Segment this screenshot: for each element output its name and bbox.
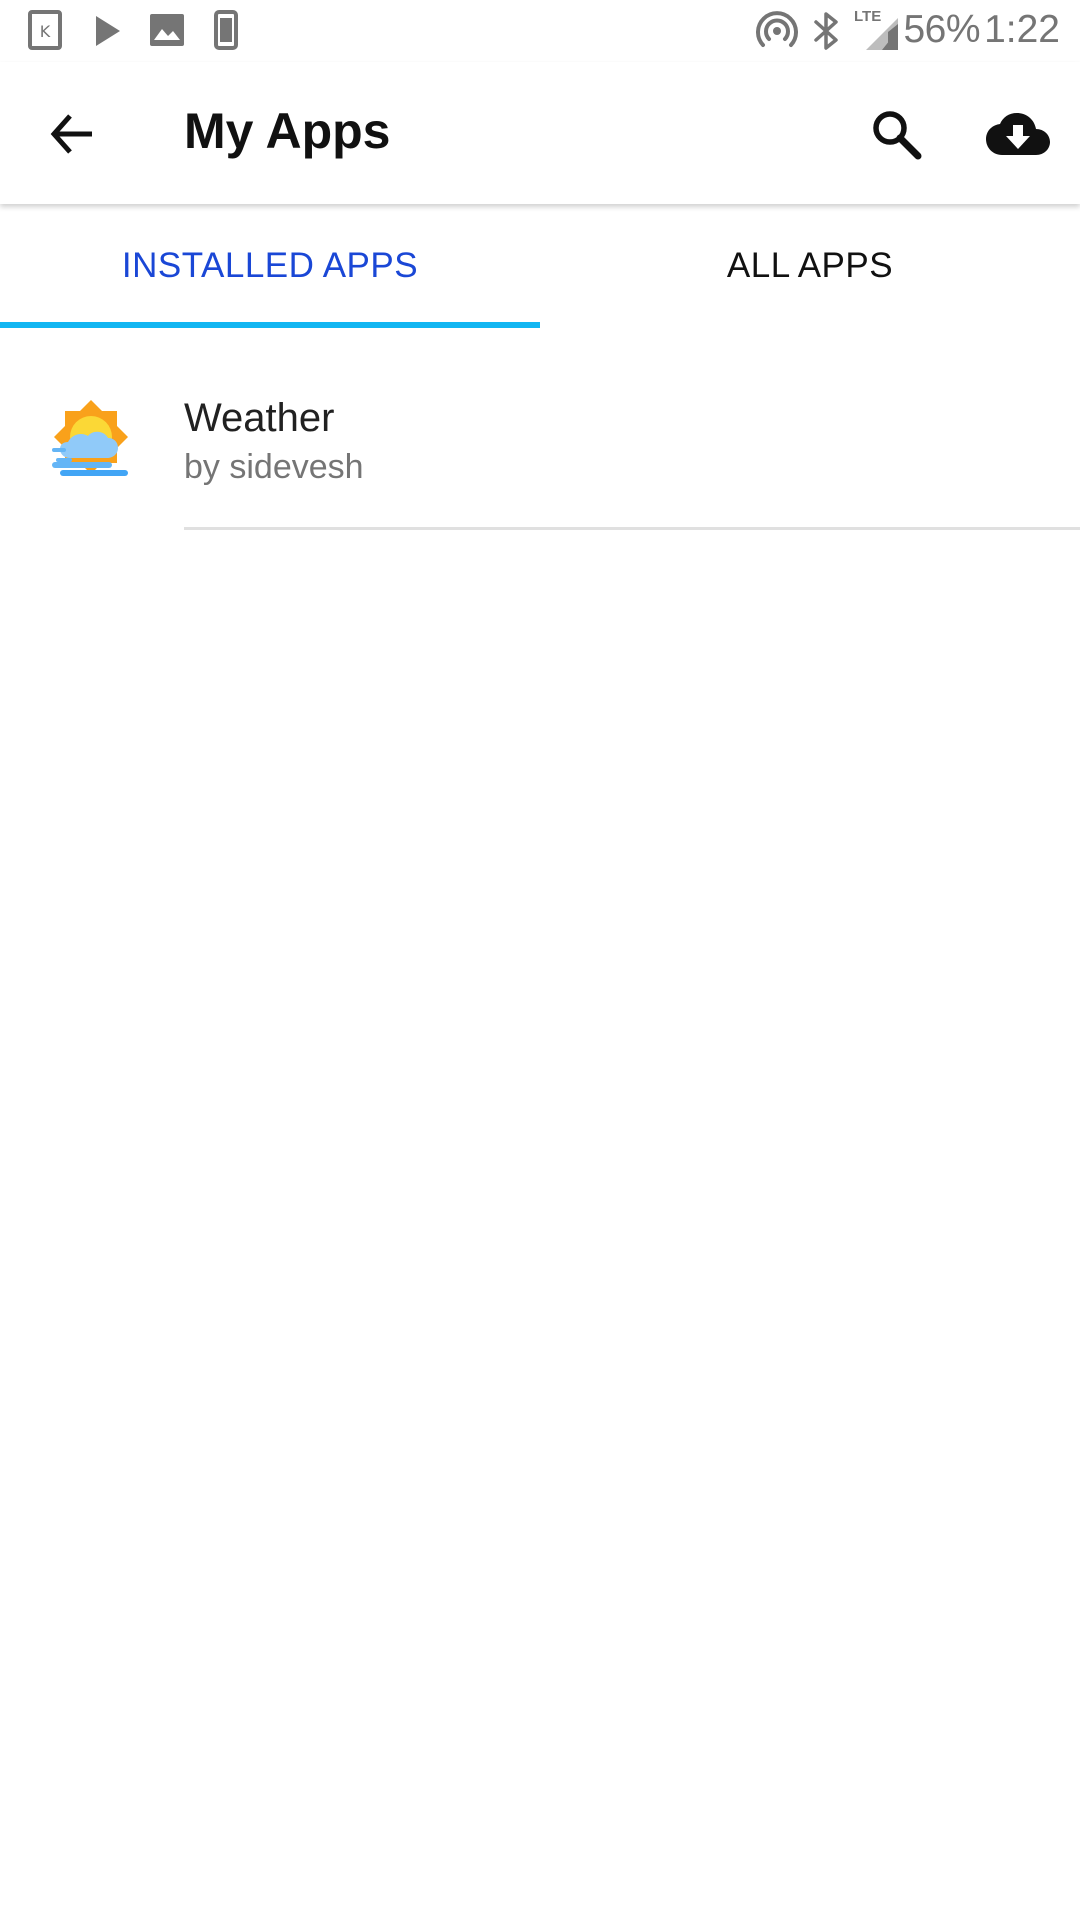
image-icon <box>150 14 184 46</box>
list-divider <box>184 527 1080 530</box>
status-time: 1:22 <box>984 8 1060 51</box>
arrow-back-icon <box>50 114 92 154</box>
search-icon <box>873 111 922 160</box>
app-name: Weather <box>184 396 335 440</box>
screen: K LTE 56% 1:22 My Apps INSTALLED APPS AL… <box>0 0 1080 1920</box>
tab-bar: INSTALLED APPS ALL APPS <box>0 204 1080 328</box>
lte-signal-icon: LTE <box>854 8 900 52</box>
tab-all-apps-label: ALL APPS <box>726 246 894 285</box>
svg-text:K: K <box>40 22 51 41</box>
cloud-download-icon <box>986 113 1050 155</box>
tab-installed-apps[interactable]: INSTALLED APPS <box>0 204 540 328</box>
cloud-download-button[interactable] <box>976 92 1060 176</box>
kindle-icon: K <box>28 10 62 50</box>
device-icon <box>214 10 238 50</box>
search-button[interactable] <box>854 92 938 176</box>
play-store-icon <box>96 16 120 46</box>
list-item-weather[interactable]: Weather by sidevesh <box>0 328 1080 530</box>
app-bar: My Apps <box>0 62 1080 204</box>
app-list: Weather by sidevesh <box>0 328 1080 530</box>
page-title: My Apps <box>184 103 391 159</box>
app-author: by sidevesh <box>184 448 364 486</box>
weather-sun-cloud-icon <box>52 400 128 476</box>
back-button[interactable] <box>30 92 114 176</box>
bluetooth-icon <box>814 12 838 50</box>
tab-all-apps[interactable]: ALL APPS <box>540 204 1080 328</box>
tab-installed-apps-label: INSTALLED APPS <box>121 246 419 285</box>
hotspot-icon <box>756 11 798 47</box>
battery-percent: 56% <box>903 8 980 51</box>
status-bar: K LTE 56% 1:22 <box>0 0 1080 62</box>
